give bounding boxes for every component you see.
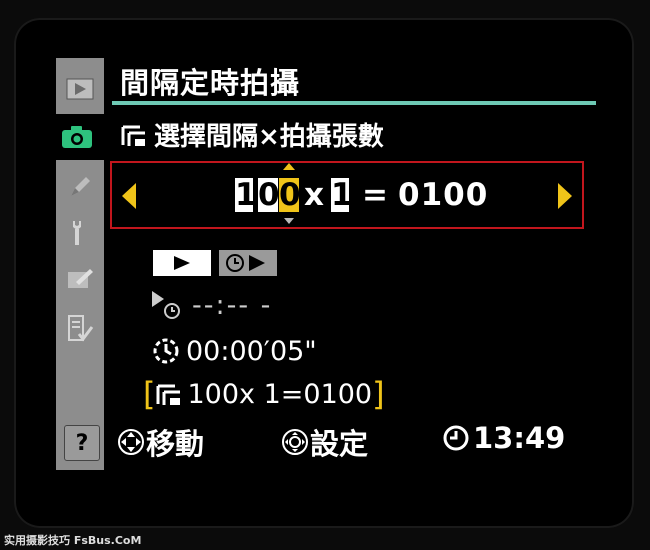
start-time-value: --:-- - bbox=[192, 289, 273, 321]
sidebar-item-shooting[interactable] bbox=[50, 114, 104, 160]
total-shots-value: 0100 bbox=[398, 177, 489, 213]
help-button[interactable]: ? bbox=[64, 425, 100, 461]
playback-icon bbox=[66, 78, 94, 100]
title-underline bbox=[112, 101, 596, 105]
watermark-text: 实用摄影技巧 FsBus.CoM bbox=[4, 534, 142, 547]
interval-value: 00:00′05" bbox=[186, 335, 317, 367]
shot-count-digit[interactable]: 1 bbox=[331, 178, 353, 212]
interval-timer-icon bbox=[153, 338, 179, 364]
start-time-line: --:-- - bbox=[150, 287, 272, 323]
multi-frame-icon bbox=[156, 384, 181, 405]
start-time-icon bbox=[152, 291, 180, 319]
pencil-icon bbox=[71, 177, 90, 196]
decrement-arrow-icon[interactable] bbox=[284, 218, 294, 224]
bracket-right-icon: ] bbox=[372, 375, 385, 413]
shots-summary-line: [ 100 x 1=0100 ] bbox=[143, 375, 385, 413]
camera-icon bbox=[62, 126, 92, 148]
left-arrow-icon[interactable] bbox=[122, 183, 136, 209]
sidebar-item-retouch[interactable] bbox=[56, 256, 104, 302]
interval-digit-1[interactable]: 1 bbox=[235, 178, 257, 212]
my-menu-icon bbox=[68, 315, 94, 342]
shots-total-value: x 1=0100 bbox=[239, 378, 373, 410]
times-sign: x bbox=[304, 177, 324, 213]
bracket-left-icon: [ bbox=[143, 375, 156, 413]
menu-sidebar bbox=[50, 58, 104, 470]
sidebar-item-custom[interactable] bbox=[56, 164, 104, 210]
wrench-icon bbox=[73, 221, 81, 245]
page-subtitle: 選擇間隔×拍攝張數 bbox=[120, 116, 384, 153]
clock-display: 13:49 bbox=[441, 421, 565, 455]
subtitle-label: 選擇間隔×拍攝張數 bbox=[154, 122, 384, 152]
footer-set-hint: 設定 bbox=[280, 421, 368, 463]
interval-digit-3-selected[interactable]: 0 bbox=[279, 178, 301, 212]
interval-digit-2[interactable]: 0 bbox=[258, 178, 280, 212]
clock-icon bbox=[443, 425, 469, 451]
footer-set-label: 設定 bbox=[310, 427, 369, 461]
clock-time: 13:49 bbox=[473, 421, 566, 455]
increment-arrow-icon[interactable] bbox=[283, 163, 295, 170]
interval-line: 00:00′05" bbox=[150, 334, 317, 368]
footer-move-label: 移動 bbox=[146, 427, 205, 461]
sidebar-item-setup[interactable] bbox=[56, 210, 104, 256]
right-arrow-icon[interactable] bbox=[558, 183, 572, 209]
ok-button-icon bbox=[282, 429, 308, 455]
start-now-option[interactable] bbox=[153, 250, 211, 276]
start-timed-option[interactable] bbox=[219, 250, 277, 276]
help-label: ? bbox=[75, 430, 89, 456]
equals-sign: = bbox=[362, 177, 388, 213]
sidebar-item-my-menu[interactable] bbox=[56, 306, 104, 352]
play-icon bbox=[174, 256, 190, 270]
retouch-icon bbox=[68, 269, 93, 288]
sidebar-item-playback[interactable] bbox=[56, 66, 104, 112]
clock-play-icon bbox=[226, 254, 265, 272]
page-title: 間隔定時拍攝 bbox=[120, 66, 301, 100]
footer-move-hint: 移動 bbox=[116, 421, 204, 463]
multi-selector-icon bbox=[118, 429, 144, 455]
multi-frame-icon bbox=[121, 125, 145, 146]
shots-interval-value: 100 bbox=[187, 378, 240, 410]
